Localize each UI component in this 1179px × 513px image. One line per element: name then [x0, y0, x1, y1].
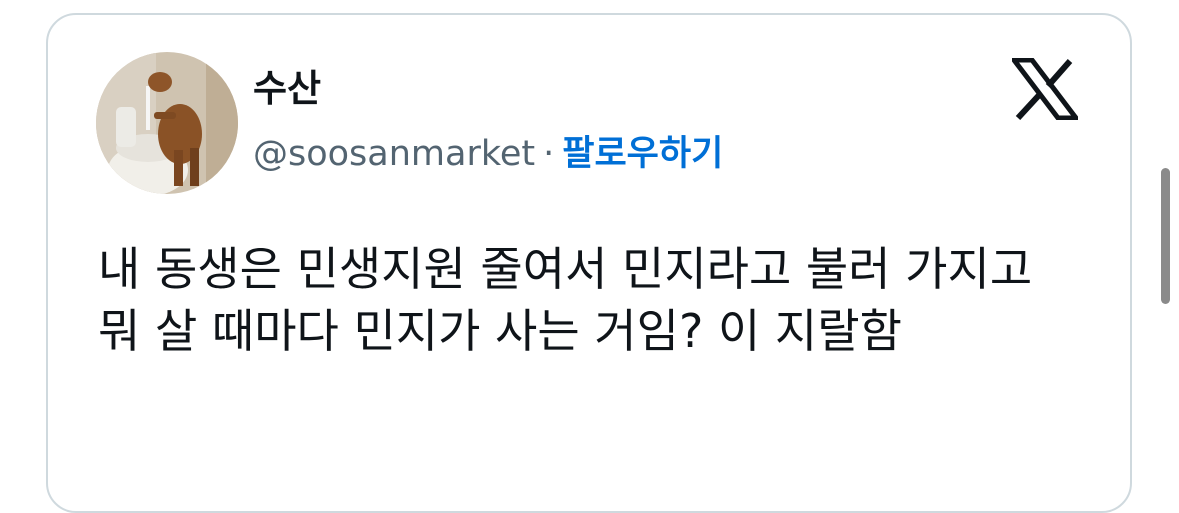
- scrollbar-thumb[interactable]: [1161, 168, 1170, 304]
- separator-dot: ·: [543, 134, 555, 174]
- avatar[interactable]: [96, 52, 238, 194]
- x-logo-icon[interactable]: [1012, 58, 1078, 120]
- handle[interactable]: @soosanmarket: [253, 134, 535, 174]
- display-name[interactable]: 수산: [253, 70, 321, 107]
- follow-button[interactable]: 팔로우하기: [562, 134, 723, 174]
- handle-row: @soosanmarket · 팔로우하기: [253, 134, 723, 174]
- tweet-text: 내 동생은 민생지원 줄여서 민지라고 불러 가지고 뭐 살 때마다 민지가 사…: [98, 242, 1033, 358]
- avatar-image: [96, 52, 238, 194]
